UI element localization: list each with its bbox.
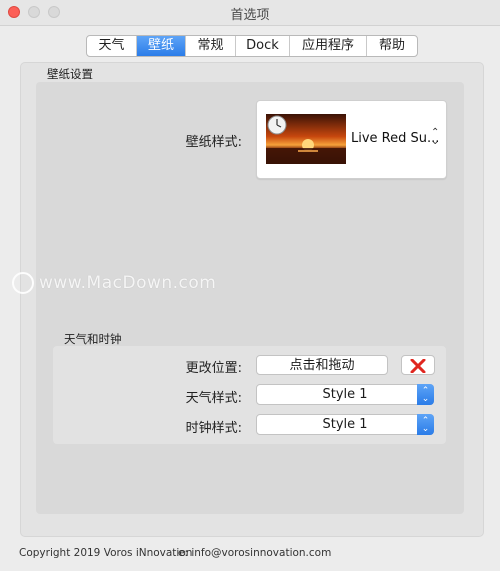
tab-weather[interactable]: 天气: [87, 36, 137, 56]
clear-location-button[interactable]: [401, 355, 435, 375]
window-title: 首选项: [230, 8, 270, 23]
clock-style-label: 时钟样式:: [185, 421, 242, 436]
wallpaper-section-title: 壁纸设置: [47, 67, 93, 81]
footer-copyright: Copyright 2019 Voros iNnovation: [19, 547, 193, 559]
wallpaper-style-popup[interactable]: Live Red Su... ⌃ ⌄: [256, 100, 447, 179]
sunset-clock-thumbnail-icon: [266, 114, 346, 164]
select-chevron-icon: ⌃ ⌄: [417, 414, 434, 435]
weather-clock-section-title: 天气和时钟: [64, 332, 122, 346]
tab-applications[interactable]: 应用程序: [290, 36, 367, 56]
weather-style-label: 天气样式:: [185, 391, 242, 406]
change-location-label: 更改位置:: [185, 361, 242, 376]
macdown-logo-icon: [12, 272, 34, 294]
chevron-updown-icon: ⌃ ⌄: [431, 127, 440, 147]
tab-dock[interactable]: Dock: [236, 36, 290, 56]
clock-style-select[interactable]: Style 1 ⌃ ⌄: [256, 414, 434, 435]
clock-style-value: Style 1: [322, 417, 368, 432]
tab-wallpaper[interactable]: 壁纸: [137, 36, 186, 56]
click-and-drag-button[interactable]: 点击和拖动: [256, 355, 388, 375]
select-chevron-icon: ⌃ ⌄: [417, 384, 434, 405]
tab-general[interactable]: 常规: [186, 36, 236, 56]
watermark: www.MacDown.com: [12, 272, 216, 294]
red-x-icon: [410, 358, 426, 374]
weather-style-value: Style 1: [322, 387, 368, 402]
wallpaper-style-value: Live Red Su...: [351, 131, 440, 146]
wallpaper-style-label: 壁纸样式:: [185, 135, 242, 150]
title-bar: 首选项: [0, 0, 500, 26]
preferences-tabs: 天气 壁纸 常规 Dock 应用程序 帮助: [86, 35, 418, 57]
tab-help[interactable]: 帮助: [367, 36, 417, 56]
footer-email: e: info@vorosinnovation.com: [178, 547, 332, 559]
weather-style-select[interactable]: Style 1 ⌃ ⌄: [256, 384, 434, 405]
